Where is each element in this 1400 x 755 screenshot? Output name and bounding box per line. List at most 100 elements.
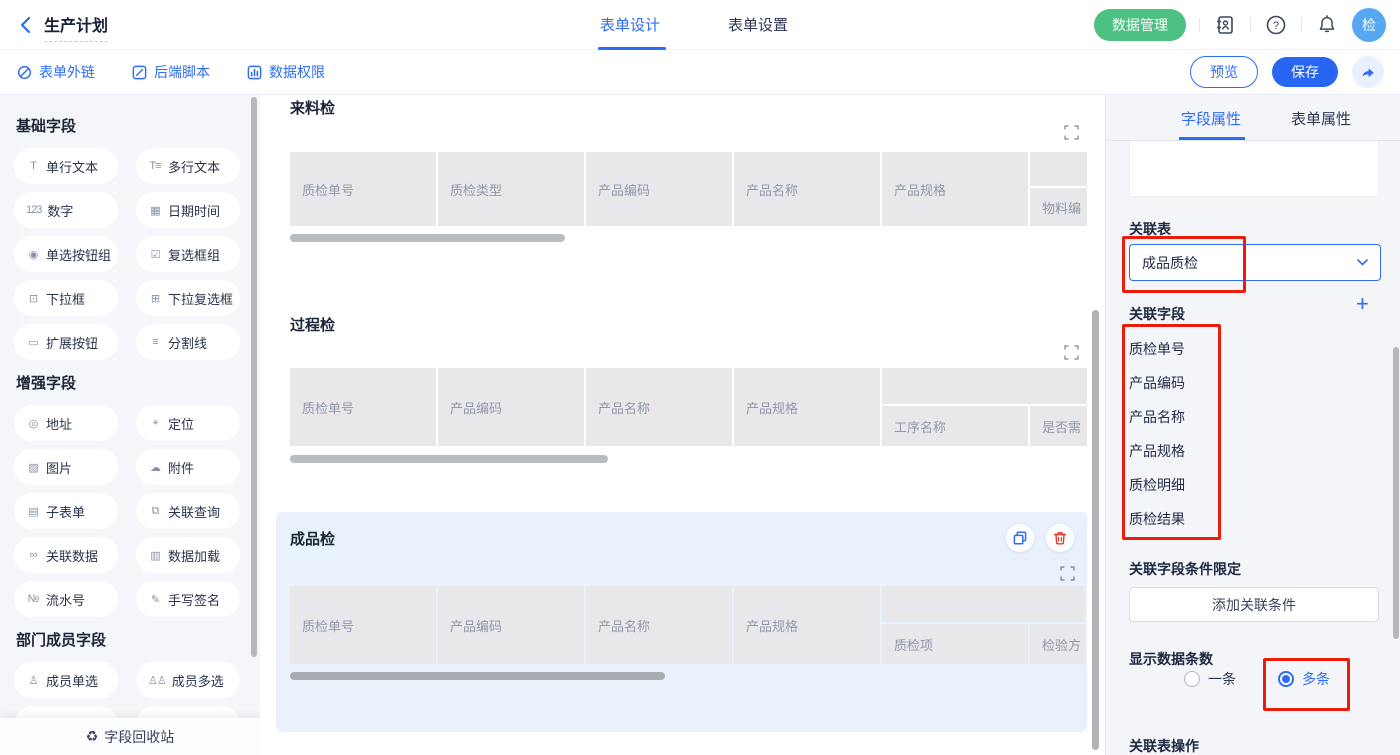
column-header[interactable]: 质检项 (882, 624, 1028, 664)
widget-title-process-inspection[interactable]: 过程检 (290, 314, 335, 335)
field-item-datetime[interactable]: ▦日期时间 (136, 192, 240, 228)
help-icon[interactable]: ? (1264, 13, 1288, 37)
radio-option-single[interactable]: 一条 (1184, 669, 1236, 689)
field-item-subform[interactable]: ▤子表单 (14, 493, 118, 529)
field-item-label: 图片 (46, 458, 72, 477)
column-header[interactable]: 工序名称 (882, 406, 1028, 446)
column-header[interactable]: 是否需 (1030, 406, 1087, 446)
share-arrow-icon (1359, 63, 1377, 81)
field-item-checkbox-group[interactable]: ☑复选框组 (136, 236, 240, 272)
column-header-group[interactable] (882, 368, 1087, 404)
field-item-radio-group[interactable]: ◉单选按钮组 (14, 236, 118, 272)
relation-table-select[interactable]: 成品质检 (1129, 244, 1381, 281)
expand-icon[interactable] (1064, 125, 1079, 140)
column-header[interactable]: 产品编码 (586, 152, 732, 226)
column-header[interactable]: 产品编码 (438, 368, 584, 446)
backend-script-link[interactable]: 后端脚本 (131, 62, 210, 82)
widget-title-finished-product-inspection[interactable]: 成品检 (290, 528, 335, 549)
column-header[interactable]: 产品规格 (882, 152, 1028, 226)
column-header[interactable]: 质检单号 (290, 586, 436, 664)
relation-field-item[interactable]: 产品名称 (1129, 407, 1185, 427)
column-header[interactable]: 质检单号 (290, 368, 436, 446)
column-header[interactable]: 产品名称 (586, 368, 732, 446)
field-item-label: 数字 (47, 201, 73, 220)
field-item-member-single[interactable]: ♙成员单选 (14, 662, 118, 698)
field-item-number[interactable]: 123数字 (14, 192, 118, 228)
enhanced-fields-grid: ◎地址 ⌖定位 ▨图片 ☁附件 ▤子表单 ⧉关联查询 ∞关联数据 ▥数据加载 №… (14, 405, 260, 617)
preview-button[interactable]: 预览 (1190, 56, 1258, 88)
field-item-linked-data[interactable]: ∞关联数据 (14, 537, 118, 573)
field-item-extend-button[interactable]: ▭扩展按钮 (14, 324, 118, 360)
relation-field-item[interactable]: 质检单号 (1129, 339, 1185, 359)
column-header-group[interactable] (882, 586, 1085, 622)
data-permission-link[interactable]: 数据权限 (246, 62, 325, 82)
expand-icon[interactable] (1064, 345, 1079, 360)
column-header[interactable]: 产品规格 (734, 586, 880, 664)
tab-form-properties[interactable]: 表单属性 (1291, 108, 1351, 129)
field-item-signature[interactable]: ✎手写签名 (136, 581, 240, 617)
page-title[interactable]: 生产计划 (44, 12, 108, 42)
save-button[interactable]: 保存 (1272, 57, 1338, 87)
field-item-serial-number[interactable]: №流水号 (14, 581, 118, 617)
field-item-divider[interactable]: ≡分割线 (136, 324, 240, 360)
table-process-inspection[interactable]: 质检单号 产品编码 产品名称 产品规格 工序名称 是否需 (290, 368, 1087, 446)
field-item-linked-query[interactable]: ⧉关联查询 (136, 493, 240, 529)
column-header[interactable]: 产品名称 (734, 152, 880, 226)
trash-icon (1053, 531, 1067, 545)
address-pin-icon: ◎ (26, 417, 40, 430)
tab-form-design[interactable]: 表单设计 (600, 14, 660, 35)
add-relation-condition-button[interactable]: 添加关联条件 (1129, 587, 1379, 622)
widget-title-incoming-inspection[interactable]: 来料检 (290, 97, 335, 118)
relation-field-item[interactable]: 质检结果 (1129, 509, 1185, 529)
field-item-single-line-text[interactable]: T单行文本 (14, 148, 118, 184)
column-header-group[interactable] (1030, 152, 1087, 186)
delete-widget-button[interactable] (1046, 524, 1074, 552)
expand-icon[interactable] (1060, 566, 1075, 581)
field-item-image[interactable]: ▨图片 (14, 449, 118, 485)
share-button[interactable] (1352, 56, 1384, 88)
horizontal-scrollbar[interactable] (290, 234, 565, 242)
field-recycle-bin[interactable]: ♻ 字段回收站 (0, 718, 260, 755)
field-item-label: 子表单 (46, 502, 85, 521)
canvas-vertical-scrollbar[interactable] (1092, 310, 1099, 750)
notifications-bell-icon[interactable] (1315, 13, 1339, 37)
column-header[interactable]: 质检类型 (438, 152, 584, 226)
field-item-attachment[interactable]: ☁附件 (136, 449, 240, 485)
permission-icon (246, 64, 263, 81)
tab-form-settings[interactable]: 表单设置 (728, 14, 788, 35)
horizontal-scrollbar[interactable] (290, 455, 608, 463)
table-finished-product-inspection[interactable]: 质检单号 产品编码 产品名称 产品规格 质检项 检验方 (290, 586, 1085, 664)
table-incoming-inspection[interactable]: 质检单号 质检类型 产品编码 产品名称 产品规格 物料编 (290, 152, 1087, 226)
field-item-multi-select[interactable]: ⊞下拉复选框 (136, 280, 240, 316)
toolbar-actions: 预览 保存 (1190, 56, 1384, 88)
add-relation-field-button[interactable]: + (1356, 293, 1369, 315)
field-property-input-partial[interactable] (1129, 141, 1379, 197)
panel-scrollbar[interactable] (1393, 347, 1399, 639)
relation-field-item[interactable]: 质检明细 (1129, 475, 1185, 495)
column-header[interactable]: 产品规格 (734, 368, 880, 446)
column-header[interactable]: 检验方 (1030, 624, 1085, 664)
radio-option-multiple[interactable]: 多条 (1278, 669, 1330, 689)
column-header[interactable]: 产品编码 (438, 586, 584, 664)
contacts-icon[interactable] (1213, 13, 1237, 37)
relation-field-item[interactable]: 产品规格 (1129, 441, 1185, 461)
field-item-multi-line-text[interactable]: T≡多行文本 (136, 148, 240, 184)
column-header[interactable]: 质检单号 (290, 152, 436, 226)
copy-widget-button[interactable] (1006, 524, 1034, 552)
back-icon[interactable] (16, 14, 38, 36)
form-external-link[interactable]: 表单外链 (16, 62, 95, 82)
field-item-address[interactable]: ◎地址 (14, 405, 118, 441)
sidebar-scrollbar[interactable] (251, 97, 257, 657)
column-header[interactable]: 产品名称 (586, 586, 732, 664)
data-manage-button[interactable]: 数据管理 (1094, 9, 1186, 41)
field-item-select[interactable]: ⊡下拉框 (14, 280, 118, 316)
field-item-location[interactable]: ⌖定位 (136, 405, 240, 441)
widget-finished-product-inspection-selected[interactable]: 成品检 质检单号 产品编码 产品名称 产品规格 质检项 检验方 (276, 512, 1087, 732)
user-avatar[interactable]: 检 (1352, 8, 1386, 42)
horizontal-scrollbar[interactable] (290, 672, 665, 680)
field-item-data-load[interactable]: ▥数据加载 (136, 537, 240, 573)
field-item-member-multi[interactable]: ♙♙成员多选 (136, 662, 240, 698)
tab-field-properties[interactable]: 字段属性 (1181, 108, 1241, 129)
relation-field-item[interactable]: 产品编码 (1129, 373, 1185, 393)
column-header[interactable]: 物料编 (1030, 188, 1087, 226)
